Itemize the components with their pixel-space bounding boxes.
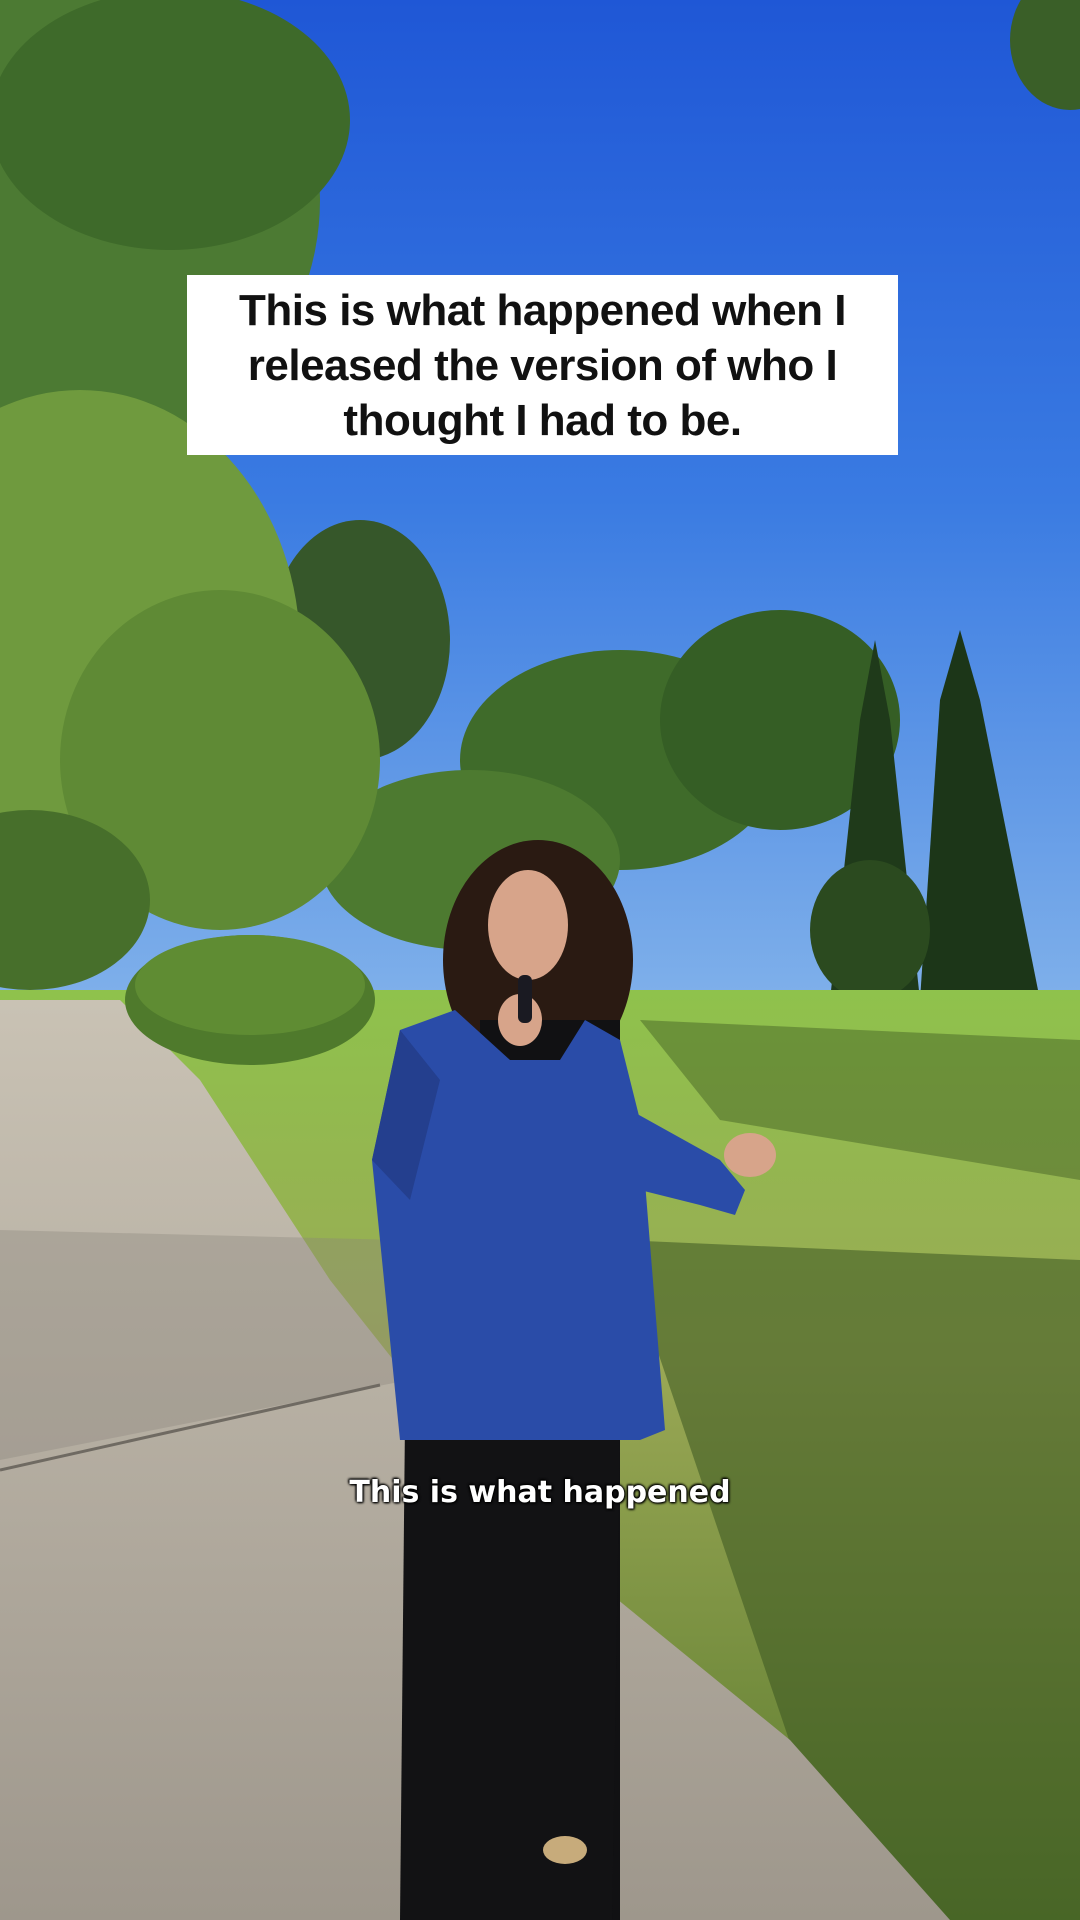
video-frame[interactable]: This is what happened when I released th… [0,0,1080,1920]
headline-text: This is what happened when I released th… [239,285,846,445]
headline-banner: This is what happened when I released th… [187,275,898,455]
subtitle-caption: This is what happened [349,1475,731,1510]
